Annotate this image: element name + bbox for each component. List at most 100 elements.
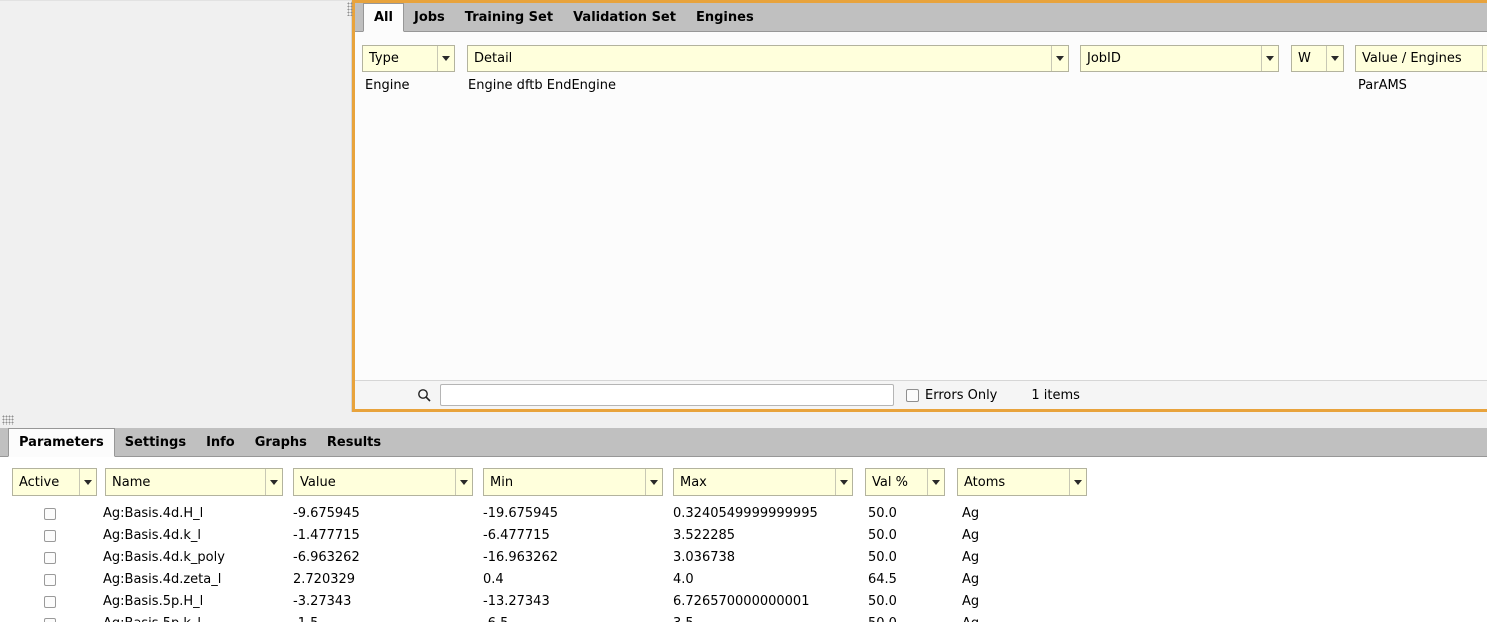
tab-engines[interactable]: Engines	[686, 3, 764, 31]
job-value-engines: ParAMS	[1358, 76, 1407, 96]
param-val-pct: 64.5	[868, 569, 897, 591]
filter-value[interactable]: Value	[293, 468, 473, 496]
errors-only-label: Errors Only	[925, 388, 997, 403]
left-empty-panel	[0, 0, 352, 412]
horizontal-splitter[interactable]	[0, 412, 1487, 428]
tab-graphs[interactable]: Graphs	[245, 428, 317, 456]
filter-active[interactable]: Active	[12, 468, 97, 496]
param-name: Ag:Basis.4d.H_l	[103, 503, 203, 525]
param-min: -6.477715	[483, 525, 550, 547]
param-atoms: Ag	[962, 613, 979, 622]
horizontal-splitter-grip[interactable]	[2, 415, 14, 425]
table-row[interactable]: Engine Engine dftb EndEngine ParAMS	[355, 76, 1487, 96]
chevron-down-icon[interactable]	[455, 469, 472, 495]
filter-atoms-label: Atoms	[958, 475, 1069, 490]
param-name: Ag:Basis.4d.k_l	[103, 525, 201, 547]
chevron-down-icon[interactable]	[1482, 46, 1487, 71]
param-max: 0.3240549999999995	[673, 503, 818, 525]
parameters-panel: Parameters Settings Info Graphs Results …	[0, 428, 1487, 622]
filter-max[interactable]: Max	[673, 468, 853, 496]
vertical-splitter-grip[interactable]	[347, 2, 353, 16]
chevron-down-icon[interactable]	[79, 469, 96, 495]
parameters-table: Active Name Value Min Max Val % Atoms	[0, 457, 1487, 622]
parameters-rows: Ag:Basis.4d.H_l -9.675945 -19.675945 0.3…	[0, 503, 1487, 622]
param-value: -1.477715	[293, 525, 360, 547]
tab-training-set[interactable]: Training Set	[455, 3, 563, 31]
filter-val-pct-label: Val %	[866, 475, 927, 490]
param-val-pct: 50.0	[868, 525, 897, 547]
param-min: -16.963262	[483, 547, 558, 569]
filter-max-label: Max	[674, 475, 835, 490]
jobs-table: Type Detail JobID W Value / Engines Engi…	[355, 32, 1487, 380]
param-val-pct: 50.0	[868, 613, 897, 622]
param-min: -19.675945	[483, 503, 558, 525]
job-type: Engine	[365, 76, 410, 96]
table-row[interactable]: Ag:Basis.4d.k_l -1.477715 -6.477715 3.52…	[0, 525, 1487, 547]
param-max: 3.036738	[673, 547, 735, 569]
filter-detail[interactable]: Detail	[467, 45, 1069, 72]
filter-type[interactable]: Type	[362, 45, 455, 72]
tab-jobs[interactable]: Jobs	[404, 3, 455, 31]
chevron-down-icon[interactable]	[1069, 469, 1086, 495]
chevron-down-icon[interactable]	[927, 469, 944, 495]
param-name: Ag:Basis.4d.zeta_l	[103, 569, 221, 591]
filter-name[interactable]: Name	[105, 468, 283, 496]
param-atoms: Ag	[962, 525, 979, 547]
param-atoms: Ag	[962, 591, 979, 613]
chevron-down-icon[interactable]	[437, 46, 454, 71]
active-checkbox[interactable]	[44, 596, 56, 608]
job-detail: Engine dftb EndEngine	[468, 76, 616, 96]
tab-all[interactable]: All	[363, 3, 404, 32]
table-row[interactable]: Ag:Basis.5p.k_l -1.5 -6.5 3.5 50.0 Ag	[0, 613, 1487, 622]
filter-value-engines-label: Value / Engines	[1356, 51, 1482, 66]
filter-val-pct[interactable]: Val %	[865, 468, 945, 496]
tab-info[interactable]: Info	[196, 428, 245, 456]
filter-type-label: Type	[363, 51, 437, 66]
filter-value-engines[interactable]: Value / Engines	[1355, 45, 1487, 72]
param-atoms: Ag	[962, 547, 979, 569]
filter-detail-label: Detail	[468, 51, 1051, 66]
param-val-pct: 50.0	[868, 547, 897, 569]
tab-results[interactable]: Results	[317, 428, 391, 456]
items-count: 1 items	[1031, 388, 1080, 403]
tab-parameters[interactable]: Parameters	[8, 428, 115, 457]
active-checkbox[interactable]	[44, 552, 56, 564]
search-icon	[417, 388, 431, 402]
active-checkbox[interactable]	[44, 618, 56, 622]
tab-settings[interactable]: Settings	[115, 428, 196, 456]
param-max: 4.0	[673, 569, 694, 591]
table-row[interactable]: Ag:Basis.5p.H_l -3.27343 -13.27343 6.726…	[0, 591, 1487, 613]
param-min: -6.5	[483, 613, 508, 622]
filter-jobid-label: JobID	[1081, 51, 1261, 66]
table-row[interactable]: Ag:Basis.4d.H_l -9.675945 -19.675945 0.3…	[0, 503, 1487, 525]
param-atoms: Ag	[962, 569, 979, 591]
param-min: -13.27343	[483, 591, 550, 613]
filter-jobid[interactable]: JobID	[1080, 45, 1279, 72]
chevron-down-icon[interactable]	[1261, 46, 1278, 71]
active-checkbox[interactable]	[44, 508, 56, 520]
filter-w-label: W	[1292, 51, 1326, 66]
chevron-down-icon[interactable]	[835, 469, 852, 495]
param-name: Ag:Basis.4d.k_poly	[103, 547, 225, 569]
param-value: -9.675945	[293, 503, 360, 525]
active-checkbox[interactable]	[44, 574, 56, 586]
search-input[interactable]	[440, 384, 894, 406]
errors-only-checkbox[interactable]	[906, 389, 919, 402]
tab-validation-set[interactable]: Validation Set	[563, 3, 686, 31]
filter-min[interactable]: Min	[483, 468, 663, 496]
chevron-down-icon[interactable]	[265, 469, 282, 495]
filter-min-label: Min	[484, 475, 645, 490]
table-row[interactable]: Ag:Basis.4d.zeta_l 2.720329 0.4 4.0 64.5…	[0, 569, 1487, 591]
param-max: 3.5	[673, 613, 694, 622]
filter-w[interactable]: W	[1291, 45, 1344, 72]
table-row[interactable]: Ag:Basis.4d.k_poly -6.963262 -16.963262 …	[0, 547, 1487, 569]
chevron-down-icon[interactable]	[1051, 46, 1068, 71]
param-value: 2.720329	[293, 569, 355, 591]
filter-value-label: Value	[294, 475, 455, 490]
param-value: -6.963262	[293, 547, 360, 569]
filter-atoms[interactable]: Atoms	[957, 468, 1087, 496]
chevron-down-icon[interactable]	[645, 469, 662, 495]
active-checkbox[interactable]	[44, 530, 56, 542]
jobs-tabbar: All Jobs Training Set Validation Set Eng…	[355, 3, 1487, 32]
chevron-down-icon[interactable]	[1326, 46, 1343, 71]
